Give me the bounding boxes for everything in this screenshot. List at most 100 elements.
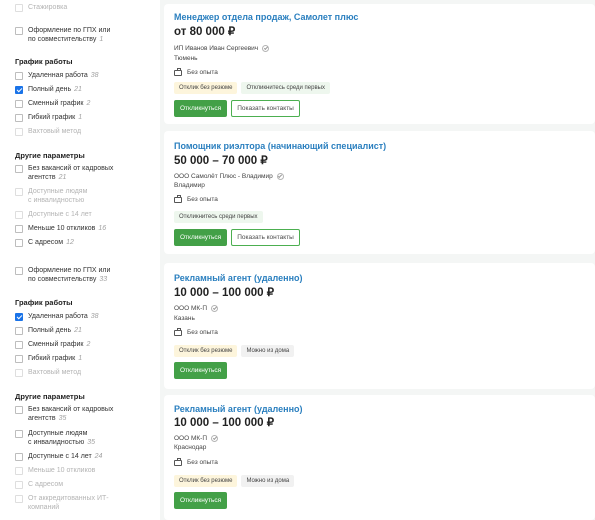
filter-accredited-it[interactable]: От аккредитованных ИТ-компаний xyxy=(15,495,109,512)
briefcase-icon xyxy=(174,67,182,76)
from-14-checkbox[interactable] xyxy=(15,453,23,461)
other-params-title: Другие параметры xyxy=(15,151,85,160)
shift-checkbox[interactable] xyxy=(15,341,23,349)
vacancy-city: Краснодар xyxy=(174,444,207,451)
filter-less-10[interactable]: Меньше 10 откликов 16 xyxy=(15,225,106,234)
tag-no-resume: Отклик без резюме xyxy=(174,475,238,487)
verified-icon xyxy=(211,305,219,312)
other-params-title: Другие параметры xyxy=(15,392,85,401)
show-contacts-button[interactable]: Показать контакты xyxy=(231,100,300,117)
disability-checkbox[interactable] xyxy=(15,430,23,438)
apply-button[interactable]: Откликнуться xyxy=(174,362,228,379)
vacancy-card: Помощник риэлтора (начинающий специалист… xyxy=(164,131,595,254)
schedule-title: График работы xyxy=(15,298,73,307)
vacancy-actions: Откликнуться Показать контакты xyxy=(174,229,300,246)
vacancy-city: Владимир xyxy=(174,182,205,189)
vacancy-tags: Отклик без резюме Можно из дома xyxy=(174,345,295,357)
filter-rotation[interactable]: Вахтовый метод xyxy=(15,128,81,137)
filter-shift[interactable]: Сменный график 2 xyxy=(15,100,90,109)
vacancy-city: Тюмень xyxy=(174,55,198,62)
filter-full-day[interactable]: Полный день 21 xyxy=(15,86,82,95)
vacancy-tags: Отклик без резюме Откликнитесь среди пер… xyxy=(174,82,330,94)
tag-remote: Можно из дома xyxy=(241,475,295,487)
disability-checkbox[interactable] xyxy=(15,188,23,196)
vacancy-city: Казань xyxy=(174,315,195,322)
filter-remote[interactable]: Удаленная работа 38 xyxy=(15,72,99,81)
remote-checkbox[interactable] xyxy=(15,313,23,321)
filter-gph[interactable]: Оформление по ГПХ или по совместительству… xyxy=(15,267,110,284)
vacancy-actions: Откликнуться xyxy=(174,492,228,509)
filter-from-14[interactable]: Доступные с 14 лет 24 xyxy=(15,453,102,462)
vacancy-card: Рекламный агент (удаленно) 10 000 – 100 … xyxy=(164,263,595,389)
vacancy-actions: Откликнуться Показать контакты xyxy=(174,100,300,117)
gph-checkbox[interactable] xyxy=(15,267,23,275)
rotation-checkbox[interactable] xyxy=(15,369,23,377)
vacancy-title-link[interactable]: Рекламный агент (удаленно) xyxy=(174,404,303,414)
filter-rotation[interactable]: Вахтовый метод xyxy=(15,369,81,378)
apply-button[interactable]: Откликнуться xyxy=(174,100,228,117)
filter-full-day[interactable]: Полный день 21 xyxy=(15,327,82,336)
shift-checkbox[interactable] xyxy=(15,100,23,108)
filter-with-address[interactable]: С адресом 12 xyxy=(15,239,74,248)
vacancy-salary: от 80 000 ₽ xyxy=(174,26,236,38)
vacancy-title-link[interactable]: Менеджер отдела продаж, Самолет плюс xyxy=(174,12,358,22)
apply-button[interactable]: Откликнуться xyxy=(174,492,228,509)
with-address-checkbox[interactable] xyxy=(15,239,23,247)
tag-no-resume: Отклик без резюме xyxy=(174,82,238,94)
filters-sidebar: Стажировка Оформление по ГПХ или по совме… xyxy=(0,0,160,520)
filter-less-10[interactable]: Меньше 10 откликов xyxy=(15,467,95,476)
filter-internship[interactable]: Стажировка xyxy=(15,4,67,13)
full-day-checkbox[interactable] xyxy=(15,86,23,94)
flexible-checkbox[interactable] xyxy=(15,114,23,122)
with-address-checkbox[interactable] xyxy=(15,481,23,489)
less-10-checkbox[interactable] xyxy=(15,225,23,233)
filter-flexible[interactable]: Гибкий график 1 xyxy=(15,355,82,364)
vacancy-title-link[interactable]: Рекламный агент (удаленно) xyxy=(174,273,303,283)
experience-info: Без опыта xyxy=(174,327,218,336)
filter-from-14[interactable]: Доступные с 14 лет xyxy=(15,211,92,220)
vacancy-salary: 10 000 – 100 000 ₽ xyxy=(174,417,275,429)
rotation-checkbox[interactable] xyxy=(15,128,23,136)
verified-icon xyxy=(211,435,219,442)
filter-with-address[interactable]: С адресом xyxy=(15,481,63,490)
vacancy-actions: Откликнуться xyxy=(174,362,228,379)
experience-info: Без опыта xyxy=(174,457,218,466)
flexible-checkbox[interactable] xyxy=(15,355,23,363)
apply-button[interactable]: Откликнуться xyxy=(174,229,228,246)
briefcase-icon xyxy=(174,457,182,466)
vacancy-tags: Откликнитесь среди первых xyxy=(174,211,263,223)
tag-be-first: Откликнитесь среди первых xyxy=(174,211,263,223)
vacancy-tags: Отклик без резюме Можно из дома xyxy=(174,475,295,487)
vacancy-salary: 50 000 – 70 000 ₽ xyxy=(174,155,268,167)
vacancy-salary: 10 000 – 100 000 ₽ xyxy=(174,287,275,299)
filter-no-agencies[interactable]: Без вакансий от кадровых агентств 35 xyxy=(15,406,113,423)
company-name[interactable]: ООО Самолёт Плюс - Владимир xyxy=(174,173,284,180)
experience-info: Без опыта xyxy=(174,67,218,76)
schedule-title: График работы xyxy=(15,57,73,66)
verified-icon xyxy=(276,173,284,180)
no-agencies-checkbox[interactable] xyxy=(15,165,23,173)
experience-info: Без опыта xyxy=(174,194,218,203)
full-day-checkbox[interactable] xyxy=(15,327,23,335)
no-agencies-checkbox[interactable] xyxy=(15,406,23,414)
filter-flexible[interactable]: Гибкий график 1 xyxy=(15,114,82,123)
company-name[interactable]: ООО МК-П xyxy=(174,435,219,442)
gph-checkbox[interactable] xyxy=(15,27,23,35)
verified-icon xyxy=(262,45,270,52)
internship-checkbox[interactable] xyxy=(15,4,23,12)
vacancy-title-link[interactable]: Помощник риэлтора (начинающий специалист… xyxy=(174,141,386,151)
less-10-checkbox[interactable] xyxy=(15,467,23,475)
filter-gph[interactable]: Оформление по ГПХ или по совместительству… xyxy=(15,27,110,44)
show-contacts-button[interactable]: Показать контакты xyxy=(231,229,300,246)
tag-no-resume: Отклик без резюме xyxy=(174,345,238,357)
from-14-checkbox[interactable] xyxy=(15,211,23,219)
filter-disability[interactable]: Доступные людям с инвалидностью 35 xyxy=(15,430,95,447)
company-name[interactable]: ООО МК-П xyxy=(174,305,219,312)
accredited-it-checkbox[interactable] xyxy=(15,495,23,503)
filter-shift[interactable]: Сменный график 2 xyxy=(15,341,90,350)
filter-remote[interactable]: Удаленная работа 38 xyxy=(15,313,99,322)
company-name[interactable]: ИП Иванов Иван Сергеевич xyxy=(174,45,270,52)
remote-checkbox[interactable] xyxy=(15,72,23,80)
filter-no-agencies[interactable]: Без вакансий от кадровых агентств 21 xyxy=(15,165,113,182)
filter-disability[interactable]: Доступные людям с инвалидностью xyxy=(15,188,87,205)
